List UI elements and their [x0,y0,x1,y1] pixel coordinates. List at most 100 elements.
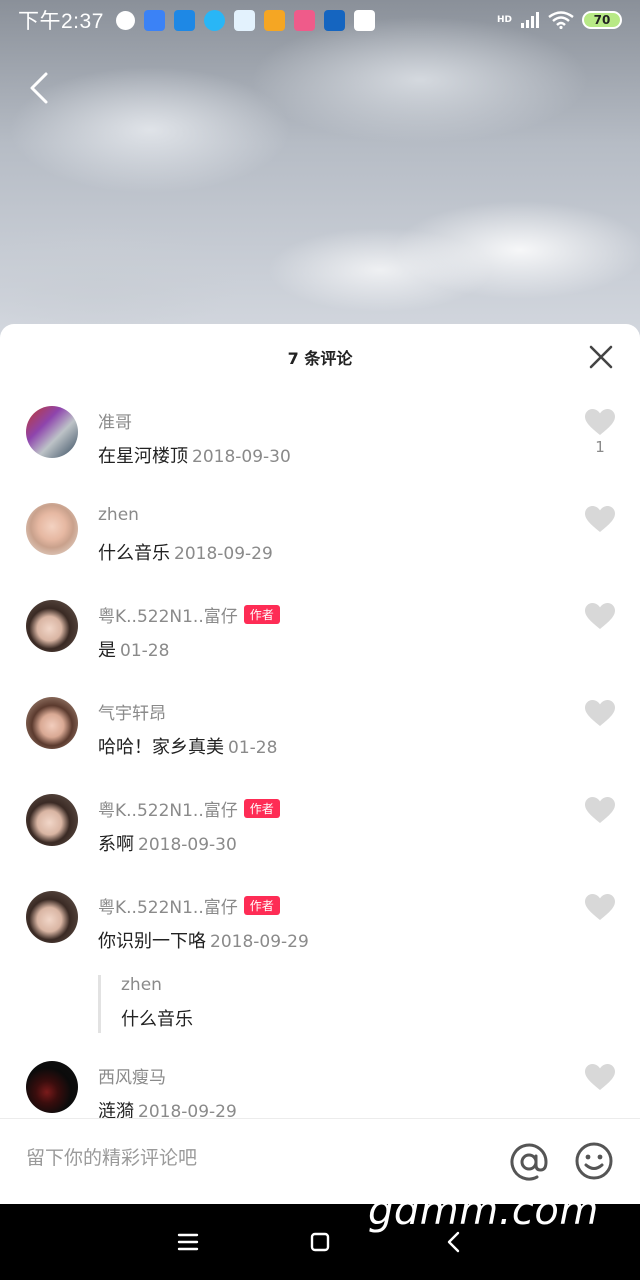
like-button[interactable] [584,1063,616,1091]
heart-icon [585,797,615,823]
comment-author-name: 粤K..522N1..富仔 [98,898,238,918]
comment-item: 粤K..522N1..富仔 作者 你识别一下咯 2018-09-29 zhen 什… [0,875,640,1045]
heart-icon [585,506,615,532]
like-button[interactable]: 1 [584,408,616,456]
comment-date: 2018-09-30 [138,835,237,855]
author-badge: 作者 [243,799,280,818]
notification-icons [115,9,375,31]
avatar[interactable] [26,503,78,555]
comment-body: 什么音乐 2018-09-29 [98,539,273,565]
comment-body: 涟漪 2018-09-29 [98,1097,237,1118]
status-time: 下午2:37 [18,10,104,33]
comment-author-name: 气宇轩昂 [98,704,166,724]
comment-date: 2018-09-29 [210,932,309,952]
like-button[interactable] [584,796,616,824]
comment-body: 在星河楼顶 2018-09-30 [98,442,291,468]
comment-date: 2018-09-29 [174,544,273,564]
comment-item: 准哥 在星河楼顶 2018-09-30 1 [0,390,640,487]
video-background [0,0,640,360]
comment-text: 是 [98,640,116,661]
like-button[interactable] [584,893,616,921]
status-indicators: HD 70 [497,11,622,29]
author-badge: 作者 [243,605,280,624]
battery-indicator: 70 [582,11,622,29]
comment-item: 西风瘦马 涟漪 2018-09-29 [0,1045,640,1118]
comment-text: 什么音乐 [98,543,170,564]
like-button[interactable] [584,699,616,727]
network-type-label: HD [496,15,512,25]
close-button[interactable] [588,344,614,370]
heart-icon [585,409,615,435]
notification-app-icon [353,9,375,31]
comment-author[interactable]: 准哥 [98,408,132,433]
comment-input[interactable] [26,1147,466,1169]
like-count: 1 [595,438,605,456]
author-badge: 作者 [243,896,280,915]
avatar[interactable] [26,891,78,943]
comment-text: 在星河楼顶 [98,446,188,467]
heart-icon [585,700,615,726]
emoji-button[interactable] [574,1141,614,1181]
comment-body: 哈哈！家乡真美 01-28 [98,733,277,759]
comment-date: 01-28 [228,738,278,758]
watermark: gdmm.com [368,1188,599,1234]
comment-body: 系啊 2018-09-30 [98,830,237,856]
comment-count-title: 7 条评论 [287,349,353,368]
comment-text: 哈哈！家乡真美 [98,737,224,758]
comment-text: 涟漪 [98,1101,134,1118]
comment-list[interactable]: 准哥 在星河楼顶 2018-09-30 1 zhen 什么音乐 2018-09-29… [0,390,640,1118]
home-square-icon [310,1232,330,1252]
avatar[interactable] [26,600,78,652]
like-button[interactable] [584,505,616,533]
comment-author-name: 粤K..522N1..富仔 [98,801,238,821]
comment-author-name: 准哥 [98,413,132,433]
wifi-icon [548,11,574,29]
comment-item: 粤K..522N1..富仔 作者 系啊 2018-09-30 [0,778,640,875]
avatar[interactable] [26,1061,78,1113]
comment-text: 系啊 [98,834,134,855]
comment-author[interactable]: 气宇轩昂 [98,699,166,724]
comment-date: 2018-09-30 [192,447,291,467]
comment-author-name: 西风瘦马 [98,1068,166,1088]
heart-icon [585,603,615,629]
chevron-left-icon [30,72,48,104]
mention-button[interactable] [508,1141,550,1183]
comment-item: 气宇轩昂 哈哈！家乡真美 01-28 [0,681,640,778]
heart-icon [585,894,615,920]
quoted-reply-text: 什么音乐 [121,1009,193,1030]
comment-author[interactable]: 粤K..522N1..富仔 作者 [98,602,280,627]
avatar[interactable] [26,794,78,846]
notification-app-icon [233,9,255,31]
comment-item: zhen 什么音乐 2018-09-29 [0,487,640,584]
comments-sheet: 7 条评论 准哥 在星河楼顶 2018-09-30 1 zhen 什么音乐 2018… [0,324,640,1204]
quoted-reply-author: zhen [121,975,162,995]
comment-date: 2018-09-29 [138,1102,237,1118]
comment-author[interactable]: 粤K..522N1..富仔 作者 [98,796,280,821]
notification-app-icon [263,9,285,31]
notification-app-icon [293,9,315,31]
notification-app-icon [115,10,135,30]
comment-body: 是 01-28 [98,636,169,662]
menu-nav-button[interactable] [174,1228,202,1256]
home-nav-button[interactable] [306,1228,334,1256]
back-button[interactable] [22,68,56,108]
status-bar: 下午2:37 HD 70 [0,0,640,40]
like-button[interactable] [584,602,616,630]
notification-app-icon [203,9,225,31]
notification-app-icon [323,9,345,31]
heart-icon [585,1064,615,1090]
quoted-reply[interactable]: zhen 什么音乐 [98,975,193,1033]
comment-body: 你识别一下咯 2018-09-29 [98,927,309,953]
comment-author[interactable]: 粤K..522N1..富仔 作者 [98,893,280,918]
comment-author[interactable]: zhen [98,505,139,525]
sheet-header: 7 条评论 [0,324,640,390]
menu-icon [177,1233,199,1251]
close-icon [589,345,613,369]
comment-date: 01-28 [120,641,170,661]
comment-author-name: 粤K..522N1..富仔 [98,607,238,627]
notification-app-icon [143,9,165,31]
avatar[interactable] [26,697,78,749]
avatar[interactable] [26,406,78,458]
at-icon [510,1143,548,1181]
comment-author[interactable]: 西风瘦马 [98,1063,166,1088]
